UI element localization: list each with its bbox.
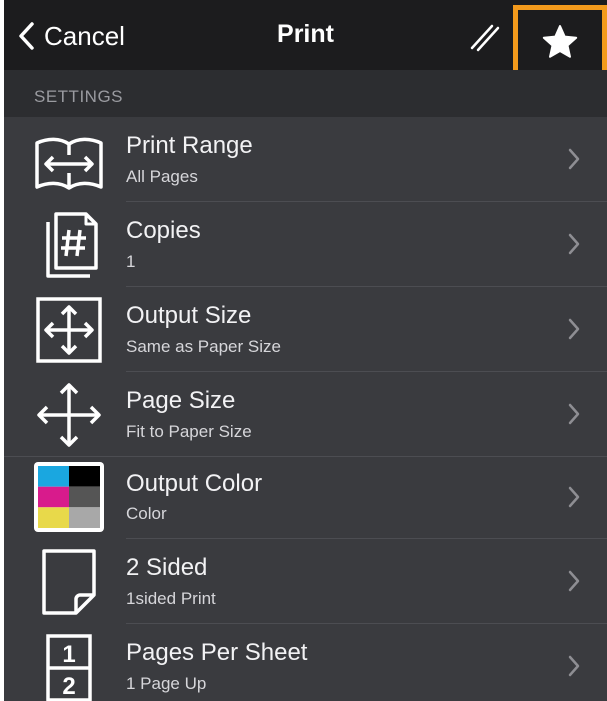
row-value: Same as Paper Size bbox=[126, 337, 281, 356]
row-value: Fit to Paper Size bbox=[126, 422, 252, 441]
row-title: Pages Per Sheet bbox=[126, 639, 308, 666]
chevron-right-icon bbox=[568, 570, 580, 592]
chevron-right-icon bbox=[568, 403, 580, 425]
print-settings-screen: Cancel Print SETTINGS Print Range All Pa… bbox=[4, 0, 607, 701]
row-value: Color bbox=[126, 504, 167, 523]
row-title: Copies bbox=[126, 217, 201, 244]
chevron-left-icon bbox=[19, 22, 34, 50]
slash-edit-icon bbox=[470, 24, 500, 52]
settings-row-print-range[interactable]: Print Range All Pages bbox=[4, 117, 607, 202]
settings-row-copies[interactable]: Copies 1 bbox=[4, 202, 607, 287]
svg-text:2: 2 bbox=[62, 673, 75, 700]
two-sided-icon bbox=[42, 549, 96, 615]
settings-row-pages-per-sheet[interactable]: 1 2 Pages Per Sheet 1 Page Up bbox=[4, 624, 607, 701]
section-header-label: SETTINGS bbox=[34, 87, 124, 106]
row-title: Output Size bbox=[126, 302, 252, 329]
row-value: 1sided Print bbox=[126, 589, 216, 608]
settings-row-output-color[interactable]: Output Color Color bbox=[4, 457, 607, 539]
settings-section-header: SETTINGS bbox=[4, 70, 607, 117]
settings-row-page-size[interactable]: Page Size Fit to Paper Size bbox=[4, 372, 607, 457]
settings-row-output-size[interactable]: Output Size Same as Paper Size bbox=[4, 287, 607, 372]
cancel-label: Cancel bbox=[44, 20, 125, 51]
navigation-bar: Cancel Print bbox=[4, 0, 607, 79]
row-value: 1 Page Up bbox=[126, 674, 207, 693]
row-value: All Pages bbox=[126, 167, 198, 186]
row-title: Print Range bbox=[126, 132, 253, 159]
output-color-icon bbox=[34, 462, 104, 532]
settings-list: Print Range All Pages Copies 1 Output Si… bbox=[4, 117, 607, 701]
chevron-right-icon bbox=[568, 655, 580, 677]
edit-button[interactable] bbox=[466, 18, 502, 54]
page-size-icon bbox=[37, 383, 101, 447]
settings-row-two-sided[interactable]: 2 Sided 1sided Print bbox=[4, 539, 607, 624]
row-title: Output Color bbox=[126, 470, 263, 497]
cancel-button[interactable]: Cancel bbox=[18, 16, 125, 56]
print-range-icon bbox=[35, 137, 103, 190]
output-size-icon bbox=[36, 297, 102, 363]
row-title: 2 Sided bbox=[126, 554, 208, 581]
row-title: Page Size bbox=[126, 387, 236, 414]
star-icon bbox=[542, 25, 578, 58]
chevron-right-icon bbox=[568, 486, 580, 508]
chevron-right-icon bbox=[568, 233, 580, 255]
copies-icon bbox=[46, 212, 98, 278]
chevron-right-icon bbox=[568, 148, 580, 170]
pages-per-sheet-icon: 1 2 bbox=[46, 634, 92, 701]
row-value: 1 bbox=[126, 252, 136, 271]
chevron-right-icon bbox=[568, 318, 580, 340]
favorite-button[interactable] bbox=[513, 5, 607, 79]
svg-text:1: 1 bbox=[62, 641, 75, 668]
